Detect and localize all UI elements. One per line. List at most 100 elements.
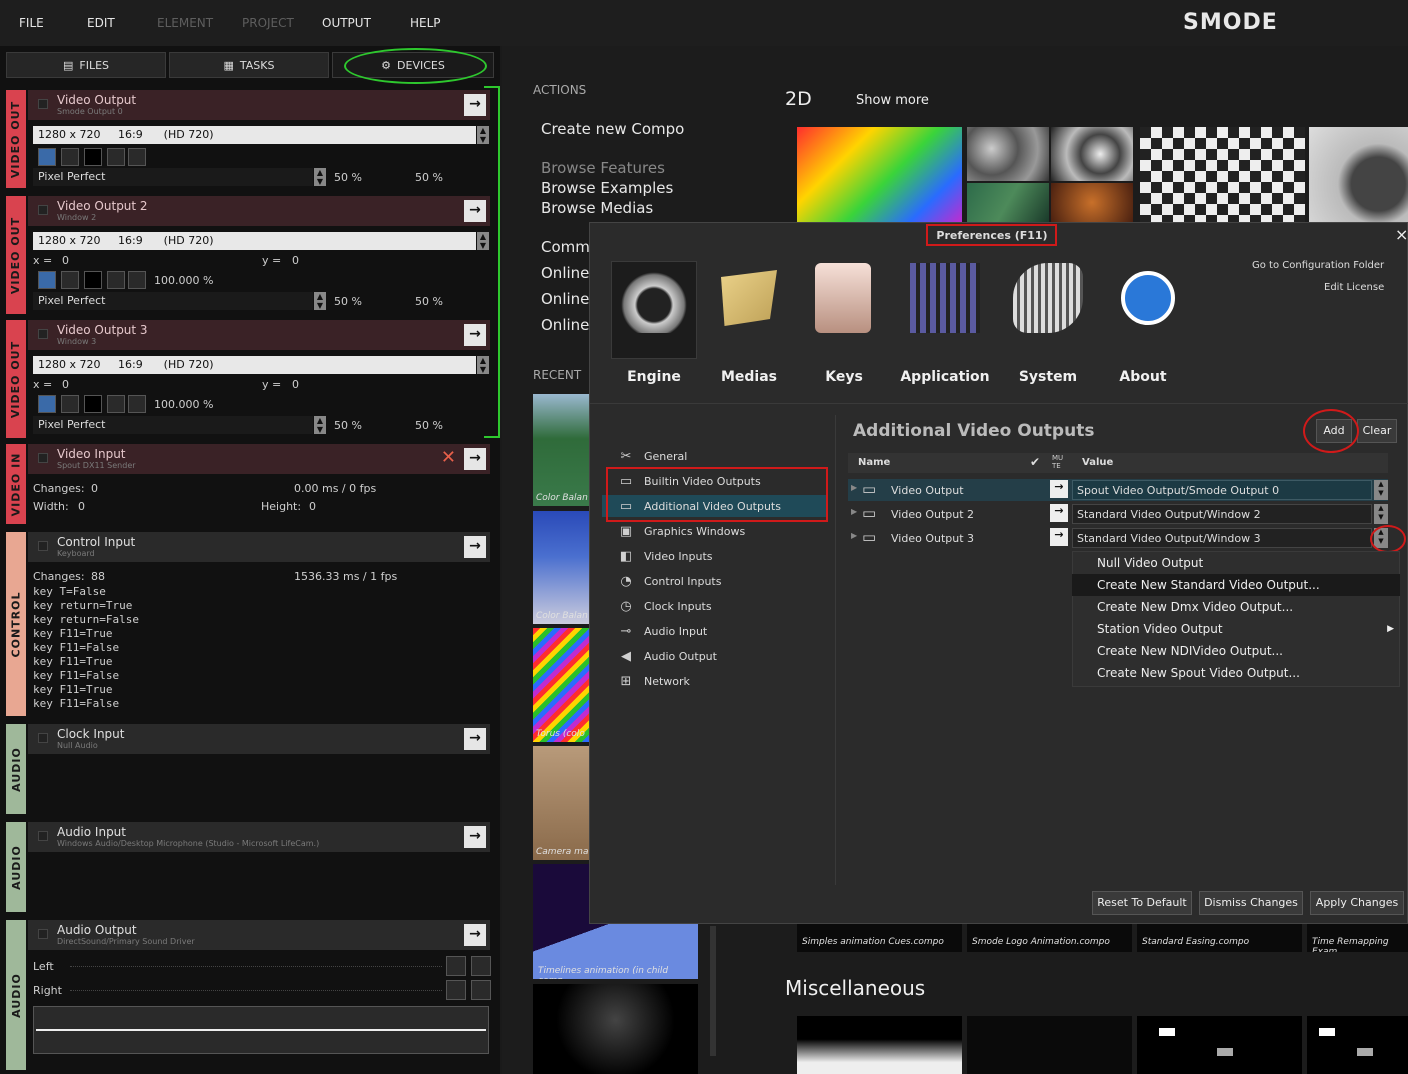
open-arrow-button[interactable]: → [464,448,486,470]
device-header-clock-input[interactable]: Clock Input Null Audio → [28,724,490,754]
device-header-video-output-2[interactable]: Video Output 2 Window 2 → [28,196,490,226]
fit-mode-spinner[interactable]: ▲ ▼ [314,292,326,310]
x-value[interactable]: 0 [62,378,69,391]
expand-icon[interactable]: ▶ [851,507,857,516]
open-arrow-button[interactable]: → [464,324,486,346]
tree-audio-input[interactable]: ⊸ Audio Input [610,620,830,642]
mini-toggle-1[interactable] [38,148,56,166]
mini-toggle-3[interactable] [84,271,102,289]
device-header-video-output-3[interactable]: Video Output 3 Window 3 → [28,320,490,350]
category-medias[interactable]: Medias [709,369,789,385]
open-arrow-button[interactable]: → [464,94,486,116]
online-link-1[interactable]: Online [541,264,589,282]
create-compo-link[interactable]: Create new Compo [541,120,684,138]
dropdown-option-submenu[interactable]: Station Video Output ▶ [1072,618,1400,640]
link-arrow-button[interactable]: → [1050,480,1068,498]
recent-scrollbar[interactable] [710,926,716,1056]
resolution-spinner[interactable]: ▲ ▼ [477,126,489,144]
enable-checkbox[interactable] [38,929,48,939]
fit-mode-field[interactable]: Pixel Perfect [33,168,313,186]
browse-features-link[interactable]: Browse Features [541,159,665,177]
recent-thumb-2[interactable]: Color Balan [533,511,589,624]
recent-thumb-4[interactable]: Camera ma [533,746,589,860]
fit-mode-field[interactable]: Pixel Perfect [33,416,313,434]
enable-checkbox[interactable] [38,541,48,551]
menu-file[interactable]: FILE [19,16,44,30]
compo-thumb-2[interactable]: Smode Logo Animation.compo [967,924,1132,952]
thumb-smode-logo[interactable] [1309,127,1408,222]
mini-toggle-1[interactable] [38,395,56,413]
tree-control-inputs[interactable]: ◔ Control Inputs [610,570,830,592]
row-value[interactable]: Standard Video Output/Window 2 [1072,504,1372,524]
table-row[interactable]: ▶ ▭ Video Output 3 → Standard Video Outp… [848,527,1388,549]
compo-thumb-4[interactable]: Time Remapping Exam [1307,924,1408,952]
resolution-spinner[interactable]: ▲ ▼ [477,232,489,250]
category-engine[interactable]: Engine [611,369,697,385]
show-more-link[interactable]: Show more [856,93,929,108]
table-row[interactable]: ▶ ▭ Video Output → Spout Video Output/Sm… [848,479,1388,501]
row-value[interactable]: Standard Video Output/Window 3 [1072,528,1372,548]
resolution-field[interactable]: 1280 x 720 16:9 (HD 720) [33,356,476,374]
recent-thumb-3[interactable]: Torus (colo [533,628,589,742]
tree-network[interactable]: ⊞ Network [610,670,830,692]
mini-toggle-4[interactable] [107,395,125,413]
mini-toggle-4[interactable] [107,271,125,289]
value-spinner[interactable]: ▲ ▼ [1374,504,1388,524]
edit-license-link[interactable]: Edit License [1324,282,1384,293]
table-row[interactable]: ▶ ▭ Video Output 2 → Standard Video Outp… [848,503,1388,525]
category-keys[interactable]: Keys [804,369,884,385]
expand-icon[interactable]: ▶ [851,483,857,492]
misc-thumb-1[interactable] [797,1016,962,1074]
category-system[interactable]: System [1008,369,1088,385]
device-header-video-input[interactable]: Video Input Spout DX11 Sender ✕ → [28,444,490,474]
dropdown-option[interactable]: Create New Standard Video Output... [1072,574,1400,596]
enable-checkbox[interactable] [38,99,48,109]
y-value[interactable]: 0 [292,254,299,267]
thumb-noise-1[interactable] [967,127,1049,181]
waveform-icon[interactable] [446,956,466,976]
dropdown-option[interactable]: Create New Dmx Video Output... [1072,596,1400,618]
device-header-audio-input[interactable]: Audio Input Windows Audio/Desktop Microp… [28,822,490,852]
tree-video-inputs[interactable]: ◧ Video Inputs [610,545,830,567]
dropdown-option[interactable]: Create New Spout Video Output... [1072,662,1400,684]
bars-icon[interactable] [471,980,491,1000]
waveform-icon[interactable] [446,980,466,1000]
thumb-noise-2[interactable] [1051,127,1133,181]
device-header-audio-output[interactable]: Audio Output DirectSound/Primary Sound D… [28,920,490,950]
mini-toggle-3[interactable] [84,148,102,166]
tab-files[interactable]: ▤ FILES [6,52,166,78]
menu-element[interactable]: ELEMENT [157,16,213,30]
enable-checkbox[interactable] [38,453,48,463]
dismiss-changes-button[interactable]: Dismiss Changes [1199,891,1303,915]
clear-button[interactable]: Clear [1357,419,1397,443]
dropdown-option[interactable]: Null Video Output [1072,552,1400,574]
mini-toggle-4[interactable] [107,148,125,166]
mini-toggle-1[interactable] [38,271,56,289]
resolution-spinner[interactable]: ▲ ▼ [477,356,489,374]
open-arrow-button[interactable]: → [464,826,486,848]
mini-toggle-3[interactable] [84,395,102,413]
enable-checkbox[interactable] [38,831,48,841]
mini-toggle-2[interactable] [61,395,79,413]
link-arrow-button[interactable]: → [1050,504,1068,522]
browse-medias-link[interactable]: Browse Medias [541,199,653,217]
menu-project[interactable]: PROJECT [242,16,294,30]
mini-toggle-5[interactable] [128,271,146,289]
scale-value[interactable]: 100.000 % [154,398,213,411]
tree-graphics-windows[interactable]: ▣ Graphics Windows [610,520,830,542]
open-arrow-button[interactable]: → [464,728,486,750]
misc-thumb-3[interactable] [1137,1016,1302,1074]
browse-examples-link[interactable]: Browse Examples [541,179,673,197]
community-link[interactable]: Comm [541,238,590,256]
expand-icon[interactable]: ▶ [851,531,857,540]
apply-changes-button[interactable]: Apply Changes [1310,891,1404,915]
x-value[interactable]: 0 [62,254,69,267]
menu-edit[interactable]: EDIT [87,16,115,30]
category-application[interactable]: Application [895,369,995,385]
close-icon[interactable]: × [1395,225,1408,244]
enable-checkbox[interactable] [38,329,48,339]
thumb-gradient[interactable] [797,127,962,222]
mini-toggle-5[interactable] [128,395,146,413]
menu-output[interactable]: OUTPUT [322,16,371,30]
menu-help[interactable]: HELP [410,16,441,30]
